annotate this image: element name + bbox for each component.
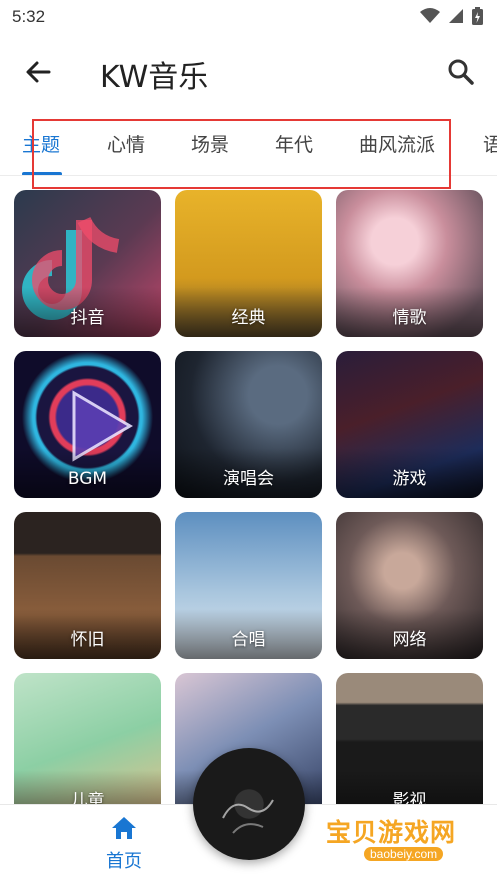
card-douyin[interactable]: 抖音 (14, 190, 161, 337)
tab-language[interactable]: 语 (483, 130, 497, 157)
tab-indicator (22, 172, 62, 175)
search-icon (448, 59, 474, 85)
card-label: 怀旧 (70, 630, 105, 650)
status-bar: 5:32 (0, 0, 497, 34)
back-button[interactable] (22, 56, 54, 88)
tab-mood[interactable]: 心情 (107, 130, 145, 157)
battery-charging-icon (472, 7, 483, 25)
card-label: BGM (67, 469, 108, 489)
card-games[interactable]: 游戏 (336, 351, 483, 498)
card-internet[interactable]: 网络 (336, 512, 483, 659)
card-concert[interactable]: 演唱会 (175, 351, 322, 498)
arrow-left-icon (26, 61, 51, 83)
card-classic[interactable]: 经典 (175, 190, 322, 337)
tab-scene[interactable]: 场景 (191, 130, 229, 157)
tab-era[interactable]: 年代 (275, 130, 313, 157)
card-love-songs[interactable]: 情歌 (336, 190, 483, 337)
tab-genre[interactable]: 曲风流派 (359, 130, 435, 157)
watermark-main-text: 宝贝游戏网 (326, 818, 457, 847)
card-label: 网络 (392, 630, 427, 650)
search-button[interactable] (445, 56, 477, 88)
now-playing-disc[interactable] (193, 748, 305, 860)
home-icon (112, 817, 136, 839)
status-time: 5:32 (12, 7, 46, 26)
category-tabs: 主题 心情 场景 年代 曲风流派 语 (0, 118, 497, 176)
app-bar: KW音乐 (0, 40, 497, 104)
card-label: 演唱会 (223, 469, 274, 489)
page-title: KW音乐 (100, 60, 209, 95)
watermark-sub-text: baobeiy.com (364, 847, 444, 861)
tab-theme[interactable]: 主题 (22, 130, 60, 157)
wifi-icon (420, 8, 440, 23)
card-label: 游戏 (392, 469, 427, 489)
card-label: 经典 (231, 308, 266, 328)
home-label: 首页 (106, 851, 142, 872)
card-label: 合唱 (231, 630, 266, 650)
card-label: 情歌 (392, 308, 427, 328)
card-chorus[interactable]: 合唱 (175, 512, 322, 659)
card-label: 抖音 (70, 308, 105, 328)
status-icons (420, 7, 483, 25)
home-tab[interactable]: 首页 (94, 815, 154, 873)
card-children[interactable]: 儿童 (14, 673, 161, 820)
signal-icon (449, 9, 463, 23)
card-nostalgia[interactable]: 怀旧 (14, 512, 161, 659)
card-bgm[interactable]: BGM (14, 351, 161, 498)
album-art-icon (222, 799, 274, 834)
watermark-logo: 宝贝游戏网 baobeiy.com (318, 795, 488, 875)
